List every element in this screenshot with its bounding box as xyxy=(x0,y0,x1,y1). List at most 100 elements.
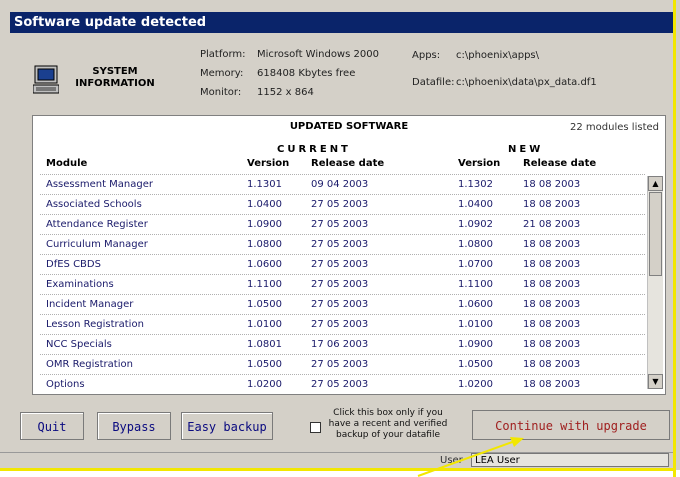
platform-label: Platform: xyxy=(200,49,246,60)
module-column-header: Module xyxy=(46,158,88,169)
new-version-cell: 1.0400 xyxy=(458,199,493,210)
module-name-cell: Curriculum Manager xyxy=(46,239,148,250)
current-release-cell: 27 05 2003 xyxy=(311,319,369,330)
current-version-cell: 1.1100 xyxy=(247,279,282,290)
module-name-cell: Examinations xyxy=(46,279,114,290)
new-version-cell: 1.1100 xyxy=(458,279,493,290)
computer-icon xyxy=(33,65,59,94)
user-label: User xyxy=(440,455,463,466)
backup-confirm-checkbox[interactable] xyxy=(310,422,321,433)
backup-confirm-note: Click this box only if you have a recent… xyxy=(328,408,448,440)
datafile-label: Datafile: xyxy=(412,77,455,88)
current-version-header: Version xyxy=(247,158,290,169)
updated-software-panel: UPDATED SOFTWARE 22 modules listed CURRE… xyxy=(32,115,666,395)
module-name-cell: Assessment Manager xyxy=(46,179,153,190)
current-release-cell: 27 05 2003 xyxy=(311,239,369,250)
new-version-cell: 1.0700 xyxy=(458,259,493,270)
table-row[interactable]: Examinations 1.1100 27 05 2003 1.1100 18 08 … xyxy=(40,274,645,294)
platform-value: Microsoft Windows 2000 xyxy=(257,49,379,60)
datafile-value: c:\phoenix\data\px_data.df1 xyxy=(456,77,597,88)
new-version-cell: 1.0500 xyxy=(458,359,493,370)
module-name-cell: Attendance Register xyxy=(46,219,148,230)
module-name-cell: NCC Specials xyxy=(46,339,112,350)
current-release-cell: 27 05 2003 xyxy=(311,199,369,210)
current-version-cell: 1.0100 xyxy=(247,319,282,330)
current-version-cell: 1.0801 xyxy=(247,339,282,350)
current-version-cell: 1.0900 xyxy=(247,219,282,230)
current-version-cell: 1.0200 xyxy=(247,379,282,390)
new-release-header: Release date xyxy=(523,158,597,169)
table-row[interactable]: Incident Manager 1.0500 27 05 2003 1.0600 18… xyxy=(40,294,645,314)
new-release-cell: 18 08 2003 xyxy=(523,379,581,390)
highlight-border-bottom xyxy=(0,468,676,471)
current-release-cell: 27 05 2003 xyxy=(311,279,369,290)
continue-with-upgrade-button[interactable]: Continue with upgrade xyxy=(472,410,670,440)
table-row[interactable]: NCC Specials 1.0801 17 06 2003 1.0900 18 08 … xyxy=(40,334,645,354)
user-field: LEA User xyxy=(471,453,669,467)
monitor-value: 1152 x 864 xyxy=(257,87,314,98)
module-name-cell: Options xyxy=(46,379,85,390)
module-name-cell: Lesson Registration xyxy=(46,319,144,330)
table-row[interactable]: DfES CBDS 1.0600 27 05 2003 1.0700 18 08 200… xyxy=(40,254,645,274)
scroll-down-icon[interactable]: ▼ xyxy=(648,374,663,389)
new-release-cell: 18 08 2003 xyxy=(523,359,581,370)
current-release-header: Release date xyxy=(311,158,385,169)
new-release-cell: 18 08 2003 xyxy=(523,319,581,330)
new-version-cell: 1.0800 xyxy=(458,239,493,250)
module-name-cell: Incident Manager xyxy=(46,299,134,310)
new-release-cell: 18 08 2003 xyxy=(523,179,581,190)
new-release-cell: 18 08 2003 xyxy=(523,299,581,310)
new-version-cell: 1.0200 xyxy=(458,379,493,390)
new-version-cell: 1.0100 xyxy=(458,319,493,330)
easy-backup-button[interactable]: Easy backup xyxy=(181,412,273,440)
memory-value: 618408 Kbytes free xyxy=(257,68,356,79)
apps-value: c:\phoenix\apps\ xyxy=(456,50,539,61)
current-release-cell: 27 05 2003 xyxy=(311,219,369,230)
bypass-button[interactable]: Bypass xyxy=(97,412,171,440)
new-version-cell: 1.1302 xyxy=(458,179,493,190)
new-release-cell: 18 08 2003 xyxy=(523,339,581,350)
module-list: Assessment Manager 1.1301 09 04 2003 1.1302… xyxy=(40,174,645,394)
current-release-cell: 17 06 2003 xyxy=(311,339,369,350)
current-version-cell: 1.0600 xyxy=(247,259,282,270)
new-release-cell: 21 08 2003 xyxy=(523,219,581,230)
status-bar: User LEA User xyxy=(0,452,673,469)
current-version-cell: 1.1301 xyxy=(247,179,282,190)
table-row[interactable]: Assessment Manager 1.1301 09 04 2003 1.1302… xyxy=(40,174,645,194)
current-version-cell: 1.0800 xyxy=(247,239,282,250)
current-version-cell: 1.0400 xyxy=(247,199,282,210)
table-row[interactable]: Lesson Registration 1.0100 27 05 2003 1.010… xyxy=(40,314,645,334)
highlight-border-right xyxy=(673,0,676,477)
module-name-cell: DfES CBDS xyxy=(46,259,101,270)
apps-label: Apps: xyxy=(412,50,441,61)
table-scrollbar[interactable]: ▲ ▼ xyxy=(647,176,663,389)
module-name-cell: OMR Registration xyxy=(46,359,133,370)
current-release-cell: 27 05 2003 xyxy=(311,379,369,390)
current-release-cell: 27 05 2003 xyxy=(311,259,369,270)
current-release-cell: 09 04 2003 xyxy=(311,179,369,190)
scroll-up-icon[interactable]: ▲ xyxy=(648,176,663,191)
new-release-cell: 18 08 2003 xyxy=(523,279,581,290)
module-name-cell: Associated Schools xyxy=(46,199,142,210)
monitor-label: Monitor: xyxy=(200,87,242,98)
new-version-cell: 1.0600 xyxy=(458,299,493,310)
current-version-cell: 1.0500 xyxy=(247,299,282,310)
current-version-cell: 1.0500 xyxy=(247,359,282,370)
table-row[interactable]: Associated Schools 1.0400 27 05 2003 1.0400… xyxy=(40,194,645,214)
current-group-header: CURRENT xyxy=(277,144,351,155)
table-row[interactable]: Curriculum Manager 1.0800 27 05 2003 1.0800… xyxy=(40,234,645,254)
new-version-cell: 1.0902 xyxy=(458,219,493,230)
table-row[interactable]: Options 1.0200 27 05 2003 1.0200 18 08 2003 xyxy=(40,374,645,394)
modules-count: 22 modules listed xyxy=(570,122,659,133)
table-row[interactable]: Attendance Register 1.0900 27 05 2003 1.090… xyxy=(40,214,645,234)
table-row[interactable]: OMR Registration 1.0500 27 05 2003 1.0500 18… xyxy=(40,354,645,374)
software-update-window: Software update detected SYSTEM INFORMAT… xyxy=(0,0,680,470)
quit-button[interactable]: Quit xyxy=(20,412,84,440)
window-title: Software update detected xyxy=(10,12,673,33)
current-release-cell: 27 05 2003 xyxy=(311,299,369,310)
new-version-cell: 1.0900 xyxy=(458,339,493,350)
scroll-thumb[interactable] xyxy=(649,192,662,276)
new-version-header: Version xyxy=(458,158,501,169)
new-group-header: NEW xyxy=(508,144,544,155)
memory-label: Memory: xyxy=(200,68,244,79)
